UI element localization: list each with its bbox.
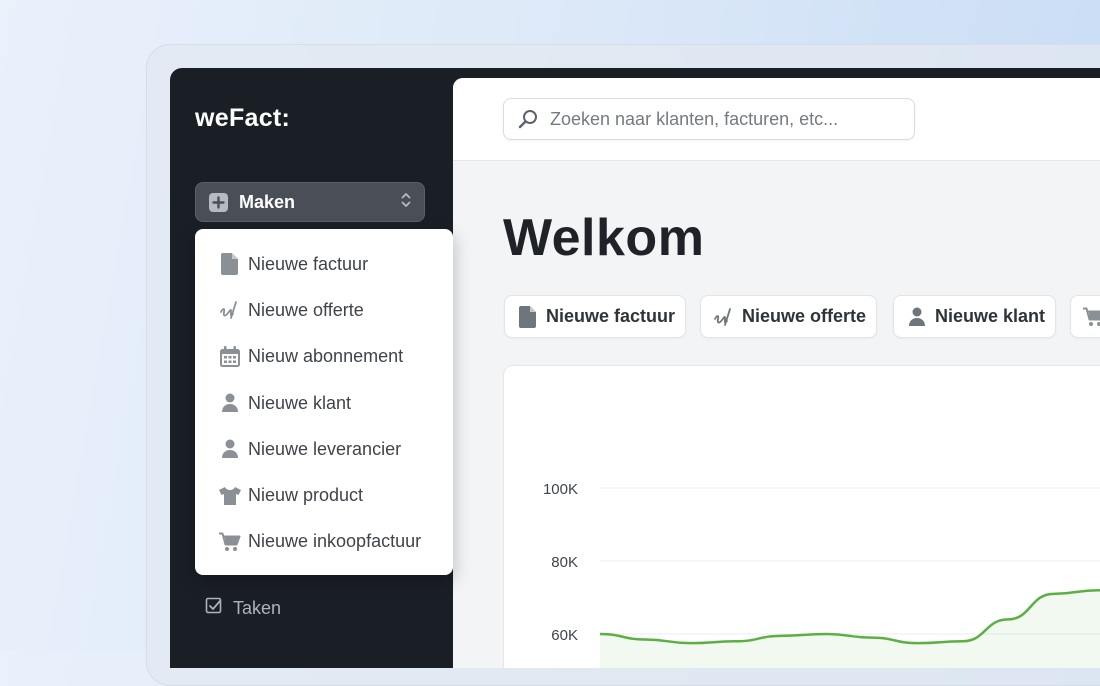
checkbox-icon <box>205 597 223 620</box>
series-area <box>600 590 1100 668</box>
menu-item-new-product[interactable]: Nieuw product <box>195 472 453 518</box>
search-input[interactable] <box>548 107 902 131</box>
menu-item-new-supplier[interactable]: Nieuwe leverancier <box>195 426 453 472</box>
sidebar-item-label: Taken <box>233 598 282 618</box>
page-title: Welkom <box>503 209 705 267</box>
signature-icon <box>713 306 735 328</box>
create-button[interactable]: Maken <box>195 182 425 222</box>
quick-new-quote-button[interactable]: Nieuwe offerte <box>700 295 878 338</box>
main-content: Welkom Nieuwe factuur Nieuwe offerte Nie… <box>453 78 1100 668</box>
menu-item-new-purchase-invoice[interactable]: Nieuwe inkoopfactuur <box>195 519 453 565</box>
quick-action-label: Nieuwe factuur <box>546 306 676 326</box>
quick-new-purchase-button[interactable] <box>1070 295 1100 338</box>
quick-new-customer-button[interactable]: Nieuwe klant <box>893 295 1057 338</box>
app-logo: weFact: <box>195 104 291 132</box>
signature-icon <box>218 298 242 322</box>
menu-item-label: Nieuwe klant <box>248 392 352 413</box>
cart-icon <box>218 530 242 554</box>
revenue-chart: 100K 80K 60K <box>543 481 1100 668</box>
user-icon <box>906 306 928 328</box>
search-box[interactable] <box>503 98 915 140</box>
menu-item-label: Nieuwe factuur <box>248 253 369 274</box>
document-icon <box>517 305 539 328</box>
top-bar <box>453 78 1100 161</box>
create-button-label: Maken <box>239 191 296 212</box>
cart-icon <box>1083 306 1100 328</box>
menu-item-new-quote[interactable]: Nieuwe offerte <box>195 287 453 333</box>
menu-item-label: Nieuwe offerte <box>248 299 364 320</box>
quick-action-label: Nieuwe offerte <box>742 306 867 326</box>
quick-action-label: Nieuwe klant <box>935 306 1046 326</box>
create-menu: Nieuwe factuur Nieuwe offerte Nieuw abon… <box>195 229 453 575</box>
search-icon <box>518 109 538 129</box>
quick-new-invoice-button[interactable]: Nieuwe factuur <box>504 295 687 338</box>
menu-item-new-subscription[interactable]: Nieuw abonnement <box>195 334 453 380</box>
shirt-icon <box>218 484 242 508</box>
plus-square-icon <box>209 192 228 212</box>
chevron-up-down-icon <box>400 191 412 214</box>
menu-item-label: Nieuw product <box>248 485 364 506</box>
menu-item-new-customer[interactable]: Nieuwe klant <box>195 380 453 426</box>
calendar-icon <box>218 345 242 369</box>
sidebar-item-tasks[interactable]: Taken <box>205 597 281 620</box>
menu-item-label: Nieuwe inkoopfactuur <box>248 531 422 552</box>
y-tick-label: 100K <box>543 481 578 498</box>
menu-item-new-invoice[interactable]: Nieuwe factuur <box>195 241 453 287</box>
menu-item-label: Nieuw abonnement <box>248 346 404 367</box>
revenue-chart-card: 100K 80K 60K <box>503 365 1100 668</box>
document-icon <box>218 252 242 276</box>
user-icon <box>218 391 242 415</box>
y-tick-label: 60K <box>551 627 578 644</box>
user-icon <box>218 437 242 461</box>
menu-item-label: Nieuwe leverancier <box>248 438 402 459</box>
y-tick-label: 80K <box>551 554 578 571</box>
